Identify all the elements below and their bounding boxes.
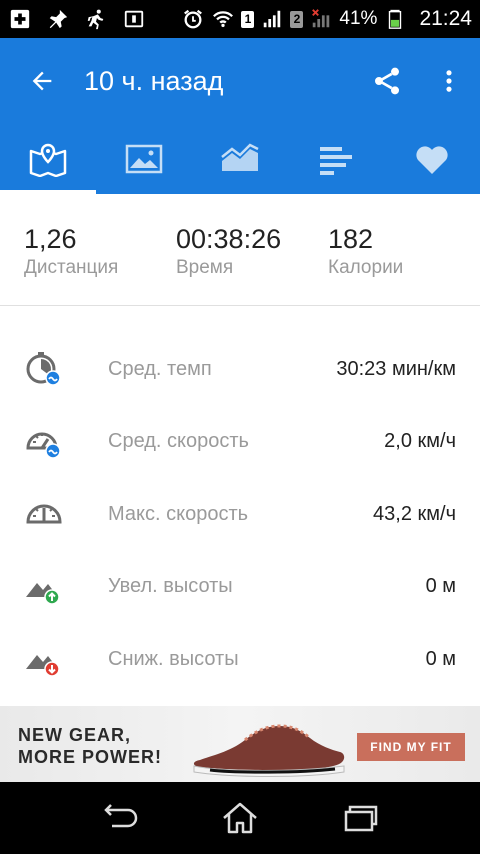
time-value: 00:38:26 [176, 224, 282, 254]
chart-icon [221, 143, 259, 171]
nav-back-button[interactable] [90, 788, 150, 848]
ad-line1: NEW GEAR, [18, 725, 132, 745]
overflow-menu-button[interactable] [418, 38, 480, 124]
tab-splits[interactable] [288, 124, 384, 194]
tab-photos[interactable] [96, 124, 192, 194]
wifi-icon [211, 7, 235, 31]
stat-value: 30:23 мин/км [336, 357, 456, 380]
distance-value: 1,26 [24, 224, 77, 254]
tab-map[interactable] [0, 124, 96, 194]
more-vert-icon [446, 70, 452, 92]
ad-banner[interactable]: NEW GEAR, MORE POWER! FIND MY FIT [0, 706, 480, 782]
stat-label: Макс. скорость [108, 502, 249, 525]
stat-label: Сред. скорость [108, 430, 249, 453]
elevation-loss-icon [24, 639, 64, 679]
stat-value: 2,0 км/ч [384, 430, 456, 453]
max-speed-icon [24, 494, 64, 534]
stat-row-avg-pace: Сред. темп 30:23 мин/км [0, 333, 480, 406]
alarm-icon [181, 7, 205, 31]
stat-label: Сниж. высоты [108, 647, 239, 670]
battery-icon [383, 7, 407, 31]
ad-headline: NEW GEAR, MORE POWER! [18, 724, 162, 768]
stat-row-max-speed: Макс. скорость 43,2 км/ч [0, 478, 480, 551]
ad-line2: MORE POWER! [18, 747, 162, 767]
summary-time: 00:38:26 Время [176, 194, 328, 305]
system-nav-bar [0, 782, 480, 854]
arrow-back-icon [32, 71, 52, 91]
photo-icon [125, 144, 163, 174]
calories-value: 182 [328, 224, 374, 254]
nav-recents-button[interactable] [330, 788, 390, 848]
clock: 21:24 [419, 7, 472, 30]
stat-row-elevation-gain: Увел. высоты 0 м [0, 551, 480, 624]
tab-charts[interactable] [192, 124, 288, 194]
stat-value: 0 м [425, 647, 456, 670]
stat-row-elevation-loss: Сниж. высоты 0 м [0, 623, 480, 696]
tab-bar [0, 124, 480, 194]
status-bar: 1 2 41% 21:24 [0, 0, 480, 38]
workout-detail-screen: 1 2 41% 21:24 10 ч. назад 1,26 Дистанция… [0, 0, 480, 854]
nav-home-button[interactable] [210, 788, 270, 848]
summary-calories: 182 Калории [328, 194, 480, 305]
pin-icon [46, 7, 70, 31]
medical-cross-icon [8, 7, 32, 31]
app-toolbar: 10 ч. назад [0, 38, 480, 124]
calories-label: Калории [328, 257, 404, 278]
avg-pace-icon [24, 349, 64, 389]
time-label: Время [176, 257, 234, 278]
share-icon [375, 67, 399, 95]
avg-speed-icon [24, 422, 64, 462]
sim-card-icon [122, 7, 146, 31]
distance-label: Дистанция [24, 257, 119, 278]
signal-icon [260, 7, 284, 31]
stat-label: Сред. темп [108, 357, 212, 380]
workout-summary: 1,26 Дистанция 00:38:26 Время 182 Калори… [0, 194, 480, 306]
stat-value: 43,2 км/ч [373, 502, 456, 525]
tab-heart-rate[interactable] [384, 124, 480, 194]
sim1-badge: 1 [241, 10, 255, 28]
map-icon [29, 143, 67, 177]
heart-icon [416, 146, 448, 174]
elevation-gain-icon [24, 567, 64, 607]
back-button[interactable] [0, 38, 84, 124]
no-signal-icon [309, 7, 333, 31]
stat-label: Увел. высоты [108, 575, 233, 598]
stat-row-avg-speed: Сред. скорость 2,0 км/ч [0, 406, 480, 479]
battery-percent: 41% [339, 8, 378, 29]
page-title: 10 ч. назад [84, 65, 224, 96]
sim2-badge: 2 [290, 10, 304, 28]
stat-value: 0 м [425, 575, 456, 598]
recent-apps-icon [344, 805, 378, 832]
runner-icon [84, 7, 108, 31]
summary-distance: 1,26 Дистанция [24, 194, 176, 305]
share-button[interactable] [356, 38, 418, 124]
splits-icon [320, 147, 352, 175]
home-icon [223, 802, 257, 834]
stats-list: Сред. темп 30:23 мин/км Сред. скорость 2… [0, 333, 480, 696]
back-nav-icon [104, 804, 138, 828]
find-my-fit-button[interactable]: FIND MY FIT [357, 733, 465, 761]
shoe-image [193, 724, 345, 777]
